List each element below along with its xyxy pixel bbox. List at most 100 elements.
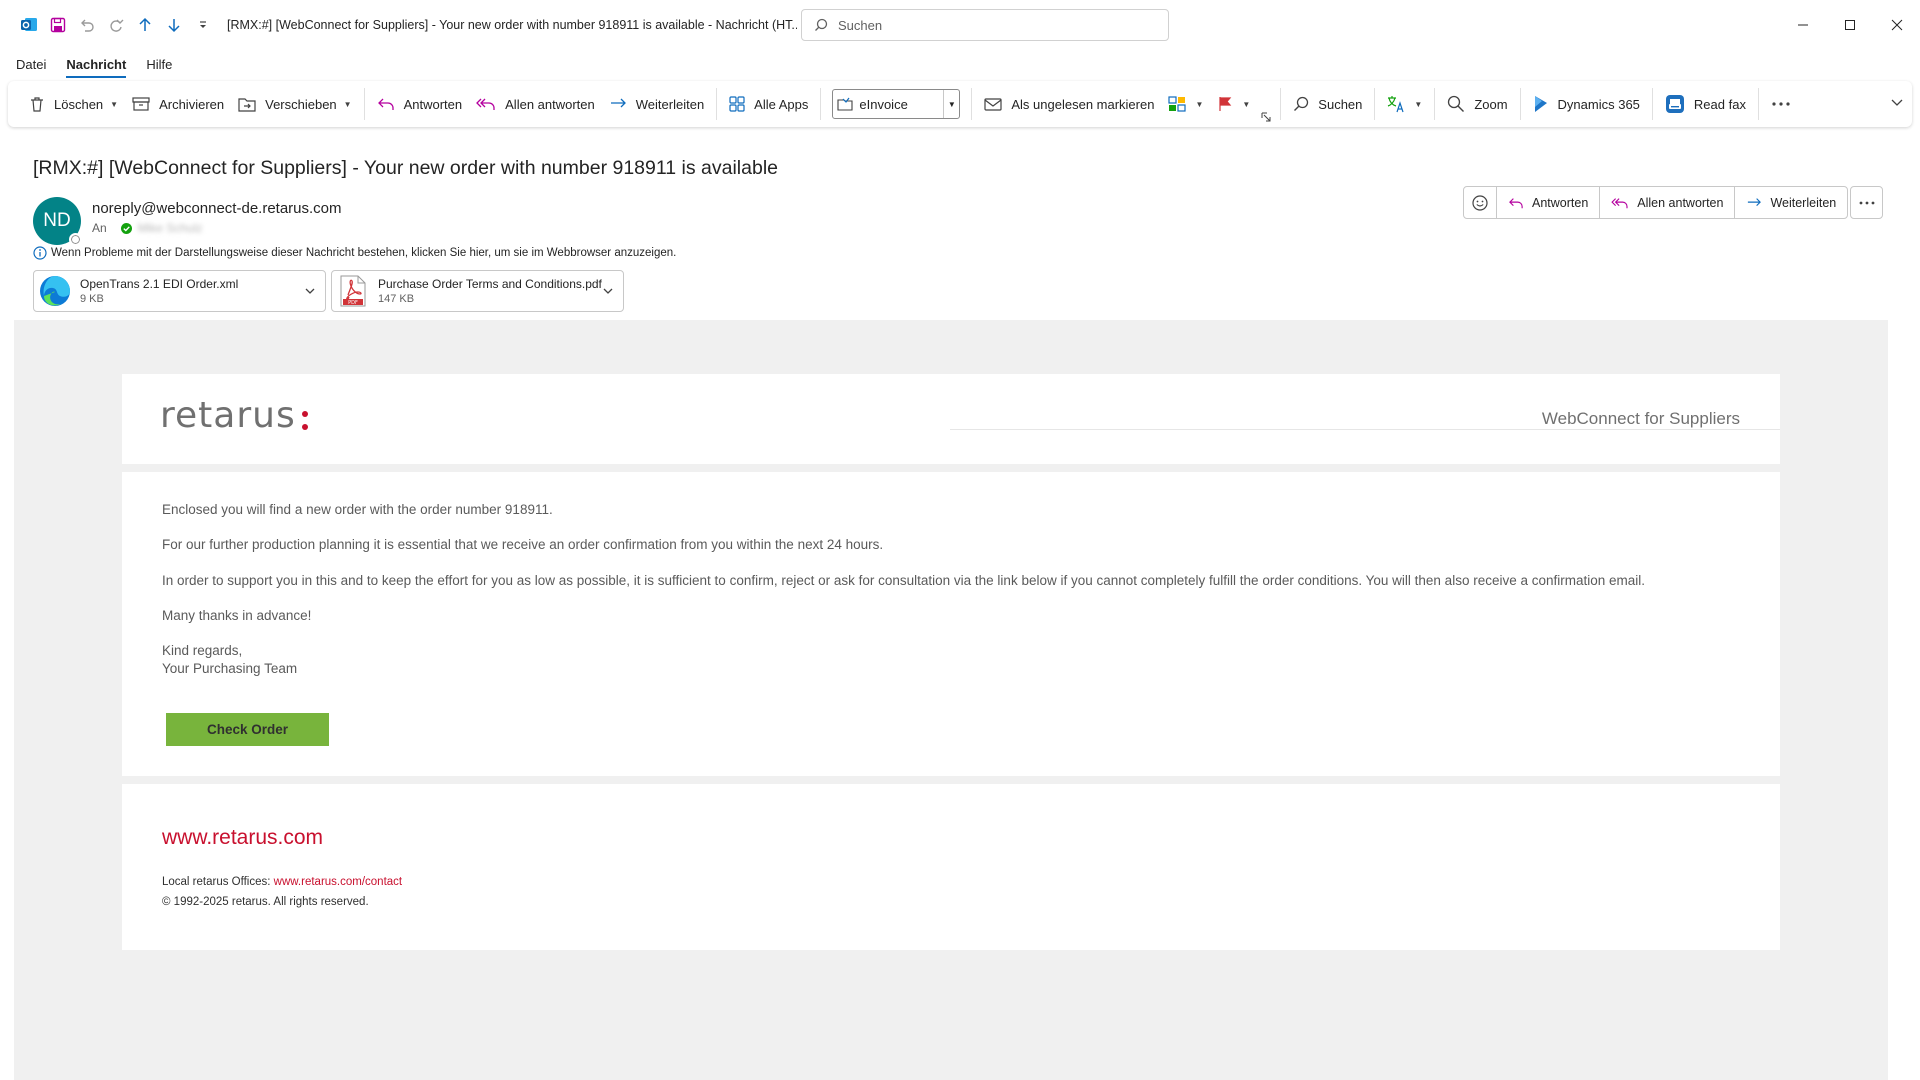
emoji-reaction-button[interactable] bbox=[1464, 187, 1496, 218]
tab-hilfe[interactable]: Hilfe bbox=[146, 53, 172, 76]
verified-check-icon bbox=[120, 222, 132, 234]
search-button[interactable]: Suchen bbox=[1286, 87, 1369, 121]
forward-button[interactable]: Weiterleiten bbox=[602, 87, 711, 121]
sender-address[interactable]: noreply@webconnect-de.retarus.com bbox=[92, 200, 342, 217]
search-icon bbox=[1294, 96, 1309, 111]
move-button[interactable]: Verschieben ▼ bbox=[231, 87, 358, 121]
forward-icon bbox=[1748, 197, 1762, 206]
attachment-name: Purchase Order Terms and Conditions.pdf bbox=[378, 276, 602, 291]
envelope-icon bbox=[984, 98, 1002, 111]
more-options-button[interactable] bbox=[1764, 87, 1807, 121]
body-paragraph: Many thanks in advance! bbox=[162, 608, 312, 623]
next-item-icon[interactable] bbox=[159, 11, 188, 40]
attachment-name: OpenTrans 2.1 EDI Order.xml bbox=[80, 276, 239, 291]
chevron-down-icon[interactable]: ▼ bbox=[110, 100, 118, 109]
reply-button[interactable]: Antworten bbox=[370, 87, 470, 121]
website-link[interactable]: www.retarus.com bbox=[162, 826, 323, 850]
reply-action-button[interactable]: Antworten bbox=[1496, 187, 1599, 218]
offices-line: Local retarus Offices: www.retarus.com/c… bbox=[162, 876, 402, 888]
divider bbox=[971, 88, 973, 120]
categorize-button[interactable]: ▼ bbox=[1161, 87, 1210, 121]
divider bbox=[1757, 88, 1759, 120]
reply-action-label: Antworten bbox=[1532, 195, 1589, 210]
divider bbox=[1651, 88, 1653, 120]
forward-action-button[interactable]: Weiterleiten bbox=[1734, 187, 1847, 218]
archive-button[interactable]: Archivieren bbox=[125, 87, 231, 121]
body-paragraph: For our further production planning it i… bbox=[162, 537, 884, 552]
divider bbox=[716, 88, 718, 120]
reply-all-action-button[interactable]: Allen antworten bbox=[1599, 187, 1734, 218]
more-icon bbox=[1859, 201, 1874, 204]
reply-all-button[interactable]: Allen antworten bbox=[469, 87, 602, 121]
browser-view-infobar[interactable]: Wenn Probleme mit der Darstellungsweise … bbox=[33, 246, 676, 260]
customize-toolbar-icon[interactable] bbox=[188, 11, 217, 40]
fax-icon bbox=[1665, 95, 1684, 113]
closing-line: Kind regards, bbox=[162, 643, 243, 658]
reply-all-icon bbox=[476, 98, 495, 110]
ribbon-expand-icon[interactable] bbox=[1890, 95, 1904, 112]
previous-item-icon[interactable] bbox=[130, 11, 159, 40]
avatar-initials: ND bbox=[43, 210, 71, 231]
translate-icon bbox=[1388, 96, 1404, 113]
divider bbox=[1374, 88, 1376, 120]
zoom-label: Zoom bbox=[1474, 96, 1508, 112]
mark-unread-button[interactable]: Als ungelesen markieren bbox=[977, 87, 1161, 121]
minimize-button[interactable] bbox=[1779, 0, 1826, 50]
chevron-down-icon[interactable]: ▼ bbox=[344, 100, 352, 109]
chevron-down-icon[interactable] bbox=[601, 284, 615, 298]
menu-bar: Datei Nachricht Hilfe bbox=[0, 50, 1920, 79]
divider bbox=[1434, 88, 1436, 120]
zoom-button[interactable]: Zoom bbox=[1440, 87, 1514, 121]
close-button[interactable] bbox=[1873, 0, 1920, 50]
delete-button[interactable]: Löschen ▼ bbox=[22, 87, 125, 121]
move-label: Verschieben bbox=[265, 96, 337, 112]
translate-button[interactable]: ▼ bbox=[1380, 87, 1429, 121]
recipient-name[interactable]: Mike Schulz bbox=[138, 221, 203, 235]
chevron-down-icon[interactable]: ▼ bbox=[1195, 100, 1203, 109]
info-text: Wenn Probleme mit der Darstellungsweise … bbox=[51, 247, 677, 259]
save-icon[interactable] bbox=[43, 11, 72, 40]
tab-datei[interactable]: Datei bbox=[16, 53, 46, 76]
more-actions-button[interactable] bbox=[1850, 186, 1883, 219]
divider bbox=[1280, 88, 1282, 120]
to-label: An bbox=[92, 221, 107, 235]
reply-all-label: Allen antworten bbox=[505, 96, 595, 112]
redo-icon[interactable] bbox=[101, 11, 130, 40]
all-apps-button[interactable]: Alle Apps bbox=[722, 87, 815, 121]
flag-button[interactable]: ▼ bbox=[1210, 87, 1257, 121]
chevron-down-icon[interactable]: ▼ bbox=[1242, 100, 1250, 109]
ribbon-group-launcher[interactable] bbox=[1257, 107, 1275, 127]
logo-dots bbox=[301, 411, 308, 430]
check-order-button[interactable]: Check Order bbox=[166, 713, 329, 746]
reply-icon bbox=[1509, 197, 1523, 208]
dynamics-label: Dynamics 365 bbox=[1557, 96, 1640, 112]
attachment-xml[interactable]: OpenTrans 2.1 EDI Order.xml 9 KB bbox=[33, 270, 326, 312]
reply-all-action-label: Allen antworten bbox=[1637, 195, 1724, 210]
message-subject: [RMX:#] [WebConnect for Suppliers] - You… bbox=[33, 157, 779, 179]
maximize-button[interactable] bbox=[1826, 0, 1873, 50]
chevron-down-icon[interactable] bbox=[303, 284, 317, 298]
undo-icon[interactable] bbox=[72, 11, 101, 40]
contact-link[interactable]: www.retarus.com/contact bbox=[274, 876, 402, 888]
email-content-card bbox=[122, 472, 1780, 776]
delete-label: Löschen bbox=[54, 96, 104, 112]
chevron-down-icon[interactable]: ▼ bbox=[1414, 100, 1422, 109]
categorize-icon bbox=[1168, 96, 1187, 112]
divider bbox=[820, 88, 822, 120]
chevron-down-icon[interactable]: ▼ bbox=[943, 90, 959, 118]
email-footer-card bbox=[122, 784, 1780, 950]
search-placeholder: Suchen bbox=[838, 17, 883, 33]
attachment-pdf[interactable]: PDF Purchase Order Terms and Conditions.… bbox=[331, 270, 624, 312]
flag-icon bbox=[1219, 97, 1232, 111]
brand-title: WebConnect for Suppliers bbox=[1541, 409, 1740, 428]
archive-icon bbox=[132, 97, 150, 111]
read-fax-button[interactable]: Read fax bbox=[1658, 87, 1753, 121]
quick-steps-select[interactable]: eInvoice ▼ bbox=[832, 89, 961, 119]
dynamics-button[interactable]: Dynamics 365 bbox=[1526, 87, 1647, 121]
quick-access-toolbar bbox=[0, 0, 217, 50]
reply-all-icon bbox=[1611, 197, 1628, 208]
search-input[interactable]: Suchen bbox=[801, 9, 1169, 41]
outlook-app-icon bbox=[14, 11, 43, 40]
tab-nachricht[interactable]: Nachricht bbox=[66, 53, 126, 78]
avatar[interactable]: ND bbox=[33, 197, 82, 246]
